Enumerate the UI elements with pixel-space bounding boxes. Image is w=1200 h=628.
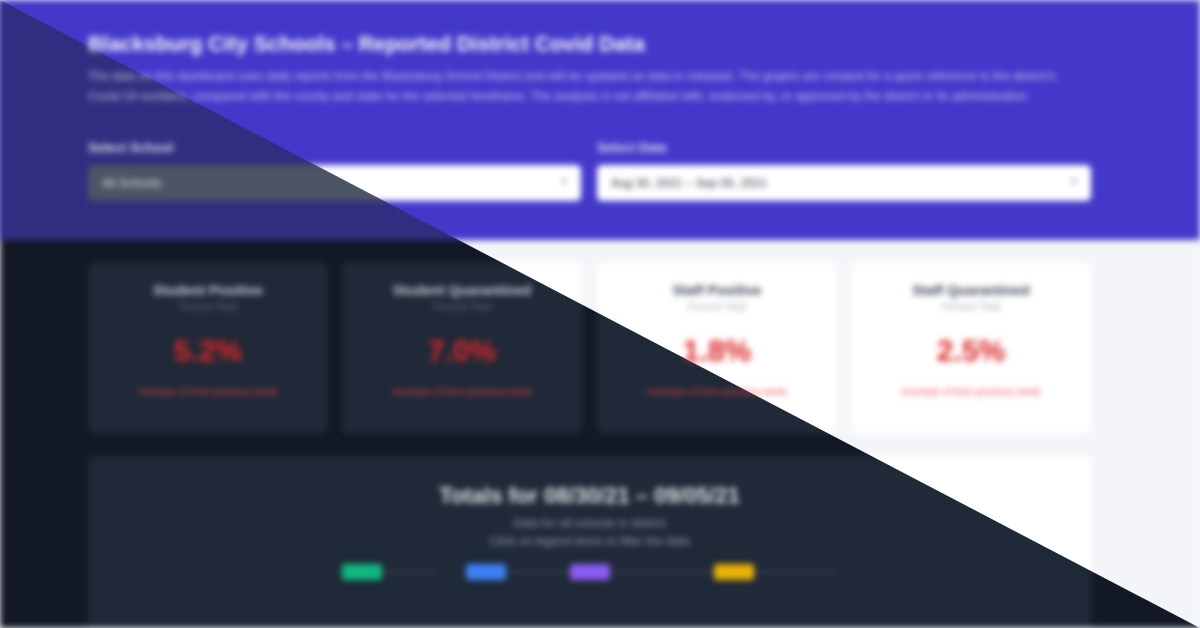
card-subtitle: Percent Total [432, 302, 492, 313]
date-select-value: Aug 30, 2021 – Sep 05, 2021 [611, 176, 768, 190]
date-select-label: Select Date [597, 140, 668, 155]
stat-card-student-positive: Student Positive Percent Total 5.2% Incr… [88, 262, 328, 434]
school-select-value: All Schools [102, 176, 162, 190]
card-value: 7.0% [427, 335, 497, 368]
stat-card-staff-quarantined: Staff Quarantined Percent Total 2.5% Inc… [851, 262, 1091, 434]
date-select[interactable]: Aug 30, 2021 – Sep 05, 2021 ▼ [597, 165, 1091, 201]
card-note: Increase of from previous week [392, 387, 532, 398]
card-subtitle: Percent Total [687, 302, 747, 313]
chevron-down-icon: ▼ [559, 177, 569, 188]
card-subtitle: Percent Total [178, 302, 238, 313]
school-select-label: Select School [88, 140, 174, 155]
card-subtitle: Percent Total [941, 302, 1001, 313]
page-title: Blacksburg City Schools – Reported Distr… [88, 33, 645, 56]
card-value: 5.2% [173, 335, 243, 368]
card-title: Staff Quarantined [912, 282, 1030, 298]
card-title: Staff Positive [672, 282, 762, 298]
card-note: Increase of from previous week [138, 387, 278, 398]
card-note: Increase of from previous week [901, 387, 1041, 398]
page-description: The data on this dashboard uses daily re… [88, 69, 1057, 103]
chevron-down-icon: ▼ [1069, 177, 1079, 188]
card-value: 2.5% [936, 335, 1006, 368]
stat-card-student-quarantined: Student Quarantined Percent Total 7.0% I… [342, 262, 582, 434]
card-title: Student Positive [153, 282, 263, 298]
